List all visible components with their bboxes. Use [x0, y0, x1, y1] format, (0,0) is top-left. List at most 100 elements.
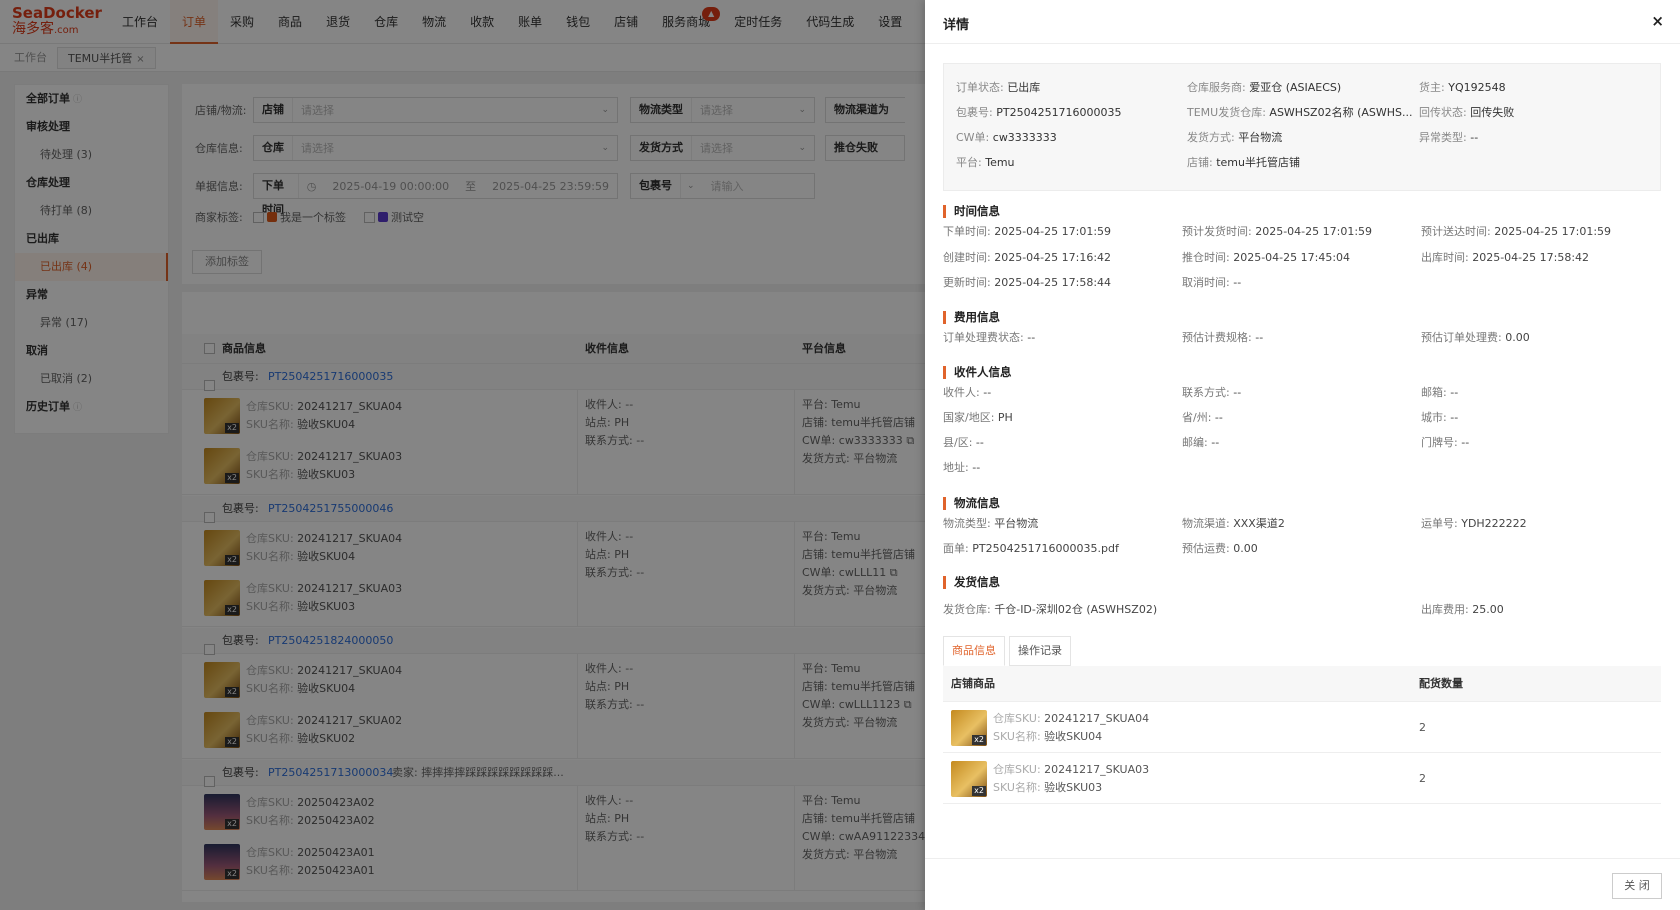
- est-arrival-value: 2025-04-25 17:01:59: [1494, 225, 1612, 238]
- app-background: SeaDocker 海多客.com 工作台 订单 采购 商品 退货 仓库 物流 …: [0, 0, 1680, 910]
- sku-name: 验收SKU03: [1044, 781, 1103, 794]
- fee-est-value: 0.00: [1505, 331, 1530, 344]
- product-sku: x2 仓库SKU: 20241217_SKUA03 SKU名称: 验收SKU03: [951, 759, 1149, 799]
- table-row: x2 仓库SKU: 20241217_SKUA03 SKU名称: 验收SKU03 …: [943, 753, 1661, 804]
- alloc-qty: 2: [1419, 721, 1426, 734]
- summary-cw-label: CW单:: [956, 131, 990, 144]
- recv-name-label: 收件人:: [943, 386, 980, 399]
- summary-cw: CW单: cw3333333: [956, 131, 1057, 145]
- section-fee-title: 费用信息: [943, 311, 1000, 324]
- recv-door-label: 门牌号:: [1421, 436, 1458, 449]
- cancel-time-label: 取消时间:: [1182, 276, 1230, 289]
- summary-callback-label: 回传状态:: [1419, 106, 1467, 119]
- out-time-label: 出库时间:: [1421, 251, 1469, 264]
- summary-status: 订单状态: 已出库: [956, 81, 1040, 95]
- detail-tabs: 商品信息 操作记录: [943, 636, 1075, 666]
- recv-country-label: 国家/地区:: [943, 411, 995, 424]
- sku-wh-label: 仓库SKU:: [993, 763, 1041, 776]
- fee-status-label: 订单处理费状态:: [943, 331, 1024, 344]
- logi-type-value: 平台物流: [994, 517, 1039, 530]
- ship-wh-label: 发货仓库:: [943, 603, 991, 616]
- recv-name-value: --: [983, 386, 992, 399]
- tab-operation-log[interactable]: 操作记录: [1009, 636, 1071, 666]
- summary-cw-value: cw3333333: [992, 131, 1057, 144]
- logi-fee-label: 预估运费:: [1182, 542, 1230, 555]
- summary-callback: 回传状态: 回传失败: [1419, 106, 1514, 120]
- product-table: 店铺商品 配货数量 x2 仓库SKU: 20241217_SKUA04 SKU名称…: [943, 666, 1661, 804]
- summary-pkg-label: 包裹号:: [956, 106, 993, 119]
- sku-code: 20241217_SKUA03: [1044, 763, 1150, 776]
- table-row: x2 仓库SKU: 20241217_SKUA04 SKU名称: 验收SKU04 …: [943, 702, 1661, 753]
- close-button[interactable]: 关 闭: [1612, 873, 1662, 899]
- create-time-label: 创建时间:: [943, 251, 991, 264]
- summary-pkg: 包裹号: PT2504251716000035: [956, 106, 1122, 120]
- recv-address-value: --: [972, 461, 981, 474]
- summary-shop-label: 店铺:: [1187, 156, 1213, 169]
- recv-zip-label: 邮编:: [1182, 436, 1208, 449]
- sku-name-label: SKU名称:: [993, 781, 1041, 794]
- summary-wsp-value: 爱亚仓 (ASIAECS): [1249, 81, 1342, 94]
- summary-ship-label: 发货方式:: [1187, 131, 1235, 144]
- drawer-header: 详情 ×: [925, 0, 1680, 44]
- est-ship-time-value: 2025-04-25 17:01:59: [1255, 225, 1373, 238]
- qty-badge: x2: [972, 786, 986, 796]
- recv-county-label: 县/区:: [943, 436, 973, 449]
- recv-city-value: --: [1450, 411, 1459, 424]
- est-ship-time-label: 预计发货时间:: [1182, 225, 1252, 238]
- close-icon[interactable]: ×: [1651, 12, 1664, 30]
- summary-exception-value: --: [1470, 131, 1479, 144]
- est-arrival-label: 预计送达时间:: [1421, 225, 1491, 238]
- modal-overlay[interactable]: [0, 0, 925, 910]
- product-table-header: 店铺商品 配货数量: [943, 666, 1661, 702]
- section-time-title: 时间信息: [943, 205, 1000, 218]
- recv-province-label: 省/州:: [1182, 411, 1212, 424]
- summary-wsp-label: 仓库服务商:: [1187, 81, 1246, 94]
- detail-drawer: 详情 × 订单状态: 已出库 仓库服务商: 爱亚仓 (ASIAECS) 货主: …: [925, 0, 1680, 910]
- logi-fee-value: 0.00: [1233, 542, 1258, 555]
- summary-ship-value: 平台物流: [1238, 131, 1283, 144]
- update-time-value: 2025-04-25 17:58:44: [994, 276, 1112, 289]
- product-sku: x2 仓库SKU: 20241217_SKUA04 SKU名称: 验收SKU04: [951, 708, 1149, 748]
- product-thumbnail: x2: [951, 710, 987, 746]
- summary-owner: 货主: YQ192548: [1419, 81, 1506, 95]
- summary-temu-wh-value: ASWHSZ02名称 (ASWHS...: [1269, 106, 1413, 119]
- tab-product-info[interactable]: 商品信息: [943, 636, 1005, 666]
- recv-door-value: --: [1461, 436, 1470, 449]
- logi-tracking-value: YDH222222: [1461, 517, 1527, 530]
- sku-code: 20241217_SKUA04: [1044, 712, 1150, 725]
- fee-est-label: 预估订单处理费:: [1421, 331, 1502, 344]
- logi-tracking-label: 运单号:: [1421, 517, 1458, 530]
- summary-exception: 异常类型: --: [1419, 131, 1478, 145]
- recv-contact-label: 联系方式:: [1182, 386, 1230, 399]
- section-logistics-title: 物流信息: [943, 497, 1000, 510]
- fee-spec-label: 预估计费规格:: [1182, 331, 1252, 344]
- order-time-value: 2025-04-25 17:01:59: [994, 225, 1112, 238]
- summary-owner-value: YQ192548: [1448, 81, 1506, 94]
- summary-callback-value: 回传失败: [1470, 106, 1515, 119]
- summary-platform: 平台: Temu: [956, 156, 1015, 170]
- recv-city-label: 城市:: [1421, 411, 1447, 424]
- header-alloc-qty: 配货数量: [1419, 677, 1463, 690]
- order-summary: 订单状态: 已出库 仓库服务商: 爱亚仓 (ASIAECS) 货主: YQ192…: [943, 63, 1661, 191]
- summary-exception-label: 异常类型:: [1419, 131, 1467, 144]
- summary-temu-wh: TEMU发货仓库: ASWHSZ02名称 (ASWHS...: [1187, 106, 1413, 120]
- create-time-value: 2025-04-25 17:16:42: [994, 251, 1112, 264]
- recv-contact-value: --: [1233, 386, 1242, 399]
- logi-label-file-link[interactable]: PT2504251716000035.pdf: [972, 542, 1119, 555]
- out-time-value: 2025-04-25 17:58:42: [1472, 251, 1590, 264]
- push-time-value: 2025-04-25 17:45:04: [1233, 251, 1351, 264]
- summary-platform-value: Temu: [985, 156, 1015, 169]
- ship-fee-value: 25.00: [1472, 603, 1504, 616]
- ship-wh-value: 千仓-ID-深圳02仓 (ASWHSZ02): [994, 603, 1158, 616]
- qty-badge: x2: [972, 735, 986, 745]
- summary-ship: 发货方式: 平台物流: [1187, 131, 1282, 145]
- product-thumbnail: x2: [951, 761, 987, 797]
- drawer-footer: 关 闭: [925, 858, 1680, 910]
- summary-temu-wh-label: TEMU发货仓库:: [1187, 106, 1266, 119]
- recv-province-value: --: [1214, 411, 1223, 424]
- summary-wsp: 仓库服务商: 爱亚仓 (ASIAECS): [1187, 81, 1341, 95]
- update-time-label: 更新时间:: [943, 276, 991, 289]
- sku-name-label: SKU名称:: [993, 730, 1041, 743]
- sku-wh-label: 仓库SKU:: [993, 712, 1041, 725]
- summary-shop: 店铺: temu半托管店铺: [1187, 156, 1300, 170]
